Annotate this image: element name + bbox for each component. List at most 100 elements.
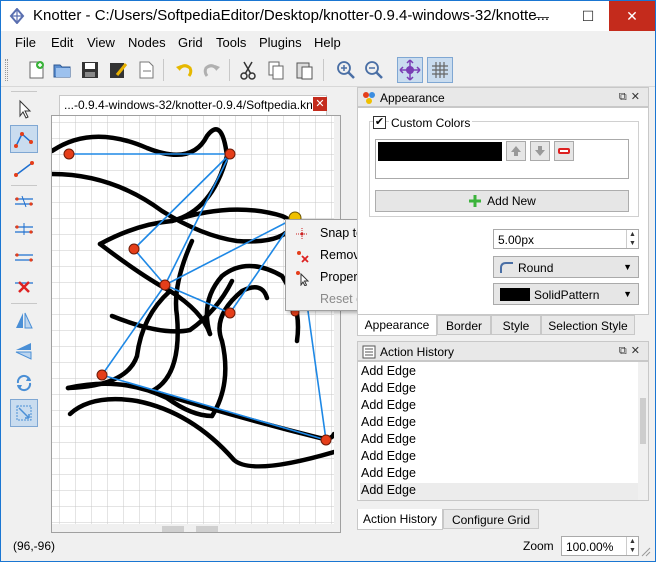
canvas-vertical-scrollbar[interactable] <box>334 116 340 524</box>
document-tab[interactable]: ...-0.9.4-windows-32/knotter-0.9.4/Softp… <box>59 95 327 115</box>
maximize-button[interactable]: ☐ <box>565 1 611 31</box>
edge-type-3-button[interactable] <box>10 243 38 271</box>
rotate-button[interactable] <box>10 369 38 397</box>
menu-edit[interactable]: Edit <box>51 35 73 50</box>
erase-edge-button[interactable] <box>10 271 38 299</box>
spin-arrows[interactable]: ▲ ▼ <box>626 537 638 555</box>
export-button[interactable] <box>133 57 159 83</box>
dock-float-close-buttons[interactable]: ⧉✕ <box>619 344 644 358</box>
save-button[interactable] <box>77 57 103 83</box>
scrollbar-thumb[interactable] <box>640 398 646 444</box>
menu-view[interactable]: View <box>87 35 115 50</box>
width-spinbox[interactable]: 5.00px ▲ ▼ <box>493 229 639 249</box>
save-as-button[interactable] <box>105 57 131 83</box>
node[interactable] <box>224 148 236 160</box>
color-swatch-black[interactable] <box>378 142 502 161</box>
resize-grip-icon[interactable] <box>641 547 651 557</box>
window-title: Knotter - C:/Users/SoftpediaEditor/Deskt… <box>33 7 550 24</box>
custom-colors-checkbox[interactable]: ✔ <box>373 116 386 129</box>
node[interactable] <box>159 279 171 291</box>
rotate-arrows-icon <box>16 374 32 392</box>
properties-pointer-icon <box>296 271 310 286</box>
list-item[interactable]: Add Edge <box>360 449 638 466</box>
menu-file[interactable]: File <box>15 35 36 50</box>
scale-button[interactable] <box>10 399 38 427</box>
zoom-in-icon <box>337 61 355 79</box>
scrollbar-thumb[interactable] <box>196 526 218 532</box>
copy-button[interactable] <box>263 57 289 83</box>
history-scrollbar[interactable] <box>638 362 648 500</box>
menu-help[interactable]: Help <box>314 35 341 50</box>
grid-icon <box>432 62 448 78</box>
move-color-up-button[interactable] <box>506 141 526 161</box>
knot-canvas[interactable] <box>51 115 341 533</box>
zoom-in-button[interactable] <box>333 57 359 83</box>
remove-color-button[interactable] <box>554 141 574 161</box>
redo-button[interactable] <box>199 57 225 83</box>
erase-x-icon <box>15 281 33 293</box>
tab-border[interactable]: Border <box>437 315 491 335</box>
close-document-icon[interactable]: ✕ <box>313 97 327 111</box>
action-history-list[interactable]: Add Edge Add Edge Add Edge Add Edge Add … <box>357 361 649 501</box>
color-list[interactable] <box>375 139 629 179</box>
edge-chain-tool-button[interactable] <box>10 125 38 153</box>
flip-vertical-icon <box>15 343 32 360</box>
node[interactable] <box>63 148 75 160</box>
new-file-icon <box>29 61 44 79</box>
list-item[interactable]: Add Edge <box>360 381 638 398</box>
action-history-dock-title[interactable]: Action History ⧉✕ <box>357 341 649 361</box>
flip-horizontal-button[interactable] <box>10 307 38 335</box>
select-tool-button[interactable] <box>10 95 38 123</box>
node[interactable] <box>224 307 236 319</box>
menu-plugins[interactable]: Plugins <box>259 35 302 50</box>
menu-nodes[interactable]: Nodes <box>128 35 166 50</box>
undo-button[interactable] <box>171 57 197 83</box>
save-as-icon <box>110 63 128 78</box>
tab-configure-grid[interactable]: Configure Grid <box>443 509 539 529</box>
close-button[interactable]: ✕ <box>609 1 655 31</box>
list-item[interactable]: Add Edge <box>360 415 638 432</box>
list-item[interactable]: Add Edge <box>360 364 638 381</box>
tab-selection-style[interactable]: Selection Style <box>541 315 635 335</box>
new-file-button[interactable] <box>23 57 49 83</box>
zoom-spinbox[interactable]: 100.00% ▲ ▼ <box>561 536 639 556</box>
node[interactable] <box>128 243 140 255</box>
remove-node-icon <box>297 251 309 263</box>
menu-grid[interactable]: Grid <box>178 35 203 50</box>
list-item[interactable]: Add Edge <box>360 432 638 449</box>
tab-appearance[interactable]: Appearance <box>357 315 437 336</box>
list-item[interactable]: Add Edge <box>360 398 638 415</box>
flip-vertical-button[interactable] <box>10 337 38 365</box>
paste-button[interactable] <box>291 57 317 83</box>
toggle-grid-button[interactable] <box>427 57 453 83</box>
zoom-out-button[interactable] <box>361 57 387 83</box>
dock-float-close-buttons[interactable]: ⧉✕ <box>619 90 644 104</box>
minimize-button[interactable]: — <box>519 1 565 31</box>
toolbar-grip[interactable] <box>5 59 8 81</box>
tab-action-history[interactable]: Action History <box>357 509 443 530</box>
edge-type-2-button[interactable] <box>10 215 38 243</box>
canvas-horizontal-scrollbar[interactable] <box>52 524 340 532</box>
toolbar-separator <box>11 303 37 304</box>
history-tabs: Action History Configure Grid <box>357 509 649 530</box>
pattern-dropdown[interactable]: SolidPattern ▼ <box>493 283 639 305</box>
appearance-dock-title[interactable]: Appearance ⧉✕ <box>357 87 649 107</box>
cusp-style-dropdown[interactable]: Round ▼ <box>493 256 639 278</box>
tab-style[interactable]: Style <box>491 315 541 335</box>
add-new-color-button[interactable]: Add New <box>375 190 629 212</box>
menu-tools[interactable]: Tools <box>216 35 246 50</box>
list-item-selected[interactable]: Add Edge <box>360 483 638 500</box>
title-bar: Knotter - C:/Users/SoftpediaEditor/Deskt… <box>1 1 655 31</box>
node[interactable] <box>320 434 332 446</box>
node[interactable] <box>96 369 108 381</box>
cut-button[interactable] <box>235 57 261 83</box>
scrollbar-thumb[interactable] <box>162 526 184 532</box>
edge-type-1-button[interactable] <box>10 187 38 215</box>
move-grid-button[interactable] <box>397 57 423 83</box>
document-area: ...-0.9.4-windows-32/knotter-0.9.4/Softp… <box>45 91 351 533</box>
move-color-down-button[interactable] <box>530 141 550 161</box>
list-item[interactable]: Add Edge <box>360 466 638 483</box>
spin-arrows[interactable]: ▲ ▼ <box>626 230 638 248</box>
open-file-button[interactable] <box>49 57 75 83</box>
edge-tool-button[interactable] <box>10 155 38 183</box>
